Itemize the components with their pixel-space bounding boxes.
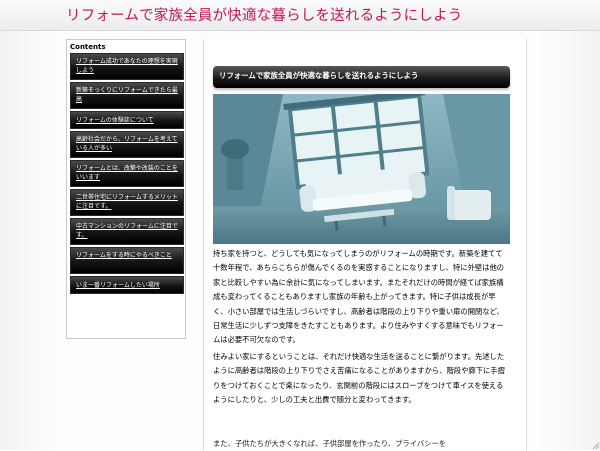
living-room-photo <box>213 94 510 244</box>
site-title[interactable]: リフォームで家族全員が快適な暮らしを送れるようにしよう <box>66 4 462 25</box>
sidebar-item-what-to-do[interactable]: リフォームをする時にやるべきこと <box>70 247 184 274</box>
resize-grip-icon[interactable] <box>592 442 600 450</box>
sidebar-item-aging-society[interactable]: 高齢社会だから、リフォームを考えている人が多い <box>70 131 184 158</box>
article-header: リフォームで家族全員が快適な暮らしを送れるようにしよう <box>213 66 510 88</box>
sidebar-item-favorite-place[interactable]: いま一番リフォームしたい場所 <box>70 276 184 294</box>
sidebar-item-reform-success[interactable]: リフォーム成功であなたの理想を実現しよう <box>70 53 184 80</box>
article-paragraph-3: また、子供たちが大きくなれば、子供部屋を作ったり、プライバシーを <box>213 439 447 448</box>
article-title: リフォームで家族全員が快適な暮らしを送れるようにしよう <box>219 71 419 80</box>
sidebar-item-used-condo[interactable]: 中古マンションのリフォームに注目です。 <box>70 218 184 245</box>
article-paragraph-1: 持ち家を持つと、どうしても気になってしまうのがリフォームの時期です。新築を建てて… <box>213 249 505 345</box>
article-paragraph-2: 住みよい家にするということは、それだけ快適な生活を送ることに繋がります。先述した… <box>213 352 505 405</box>
site-header: リフォームで家族全員が快適な暮らしを送れるようにしよう <box>0 0 600 31</box>
main-content: リフォームで家族全員が快適な暮らしを送れるようにしよう 持ち家を持つと、どうして… <box>203 39 527 450</box>
sidebar-item-two-generation[interactable]: 二世帯住宅にリフォームするメリットに注目です。 <box>70 189 184 216</box>
sidebar-item-like-new[interactable]: 新築そっくりにリフォームできたら最高 <box>70 82 184 109</box>
sidebar-item-definition[interactable]: リフォームとは、改築や改装のことをいいます <box>70 160 184 187</box>
sidebar-item-experiences[interactable]: リフォームの体験談について <box>70 111 184 129</box>
sidebar-heading: Contents <box>70 43 106 51</box>
sidebar: Contents リフォーム成功であなたの理想を実現しよう 新築そっくりにリフォ… <box>66 39 186 339</box>
